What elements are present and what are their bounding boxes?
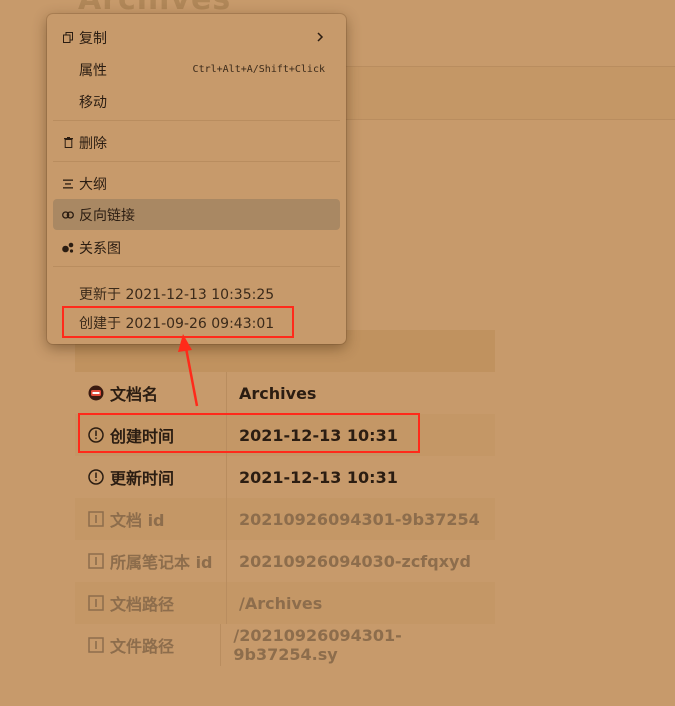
- header-band: [340, 66, 675, 120]
- menu-item-label: 大纲: [79, 176, 107, 193]
- outline-icon: [59, 179, 77, 189]
- title-icon: [88, 385, 104, 401]
- attr-key: 文件路径: [110, 637, 175, 656]
- attr-key: 所属笔记本 id: [110, 553, 213, 572]
- attr-row-title: 文档名 Archives: [75, 372, 495, 414]
- menu-separator: [53, 161, 340, 162]
- attr-key: 文档路径: [110, 595, 175, 614]
- menu-item-label: 复制: [79, 30, 107, 47]
- chevron-right-icon: [316, 30, 324, 46]
- clock-icon: [88, 469, 104, 485]
- attr-value[interactable]: 20210926094030-zcfqxyd: [227, 552, 471, 571]
- info-icon: [88, 637, 104, 653]
- attribute-table: 文档名 Archives 创建时间 2021-12-13 10:31 更新时间 …: [75, 330, 495, 666]
- menu-item-label: 属性: [79, 62, 107, 79]
- menu-separator: [53, 120, 340, 121]
- menu-item-label: 反向链接: [79, 207, 135, 224]
- attr-row-updated: 更新时间 2021-12-13 10:31: [75, 456, 495, 498]
- attr-value[interactable]: /20210926094301-9b37254.sy: [221, 626, 495, 664]
- graph-icon: [59, 242, 77, 253]
- attr-key: 文档名: [110, 385, 159, 404]
- menu-item-move[interactable]: 移动: [53, 86, 340, 117]
- updated-time-text: 更新于 2021-12-13 10:35:25: [79, 287, 275, 303]
- trash-icon: [59, 137, 77, 148]
- info-icon: [88, 511, 104, 527]
- menu-item-label: 删除: [79, 135, 107, 152]
- attr-key: 更新时间: [110, 469, 175, 488]
- attr-key: 文档 id: [110, 511, 165, 530]
- attr-row-file-path: 文件路径 /20210926094301-9b37254.sy: [75, 624, 495, 666]
- menu-item-outline[interactable]: 大纲: [53, 168, 340, 199]
- attr-value[interactable]: 2021-12-13 10:31: [227, 468, 398, 487]
- attr-row-doc-id: 文档 id 20210926094301-9b37254: [75, 498, 495, 540]
- shortcut-hint: Ctrl+Alt+A/Shift+Click: [192, 64, 325, 75]
- attr-row-doc-path: 文档路径 /Archives: [75, 582, 495, 624]
- attr-value[interactable]: 20210926094301-9b37254: [227, 510, 480, 529]
- menu-item-backlinks[interactable]: 反向链接: [53, 199, 340, 230]
- highlight-box-created-attr: [78, 413, 420, 453]
- menu-item-delete[interactable]: 删除: [53, 127, 340, 158]
- link-icon: [59, 210, 77, 219]
- menu-item-label: 关系图: [79, 240, 121, 257]
- attr-value[interactable]: /Archives: [227, 594, 322, 613]
- menu-item-properties[interactable]: 属性 Ctrl+Alt+A/Shift+Click: [53, 54, 340, 85]
- annotation-arrow-icon: [178, 334, 199, 407]
- info-icon: [88, 553, 104, 569]
- context-menu: 复制 属性 Ctrl+Alt+A/Shift+Click 移动 删除 大纲 反向…: [47, 14, 346, 344]
- info-icon: [88, 595, 104, 611]
- menu-item-graph[interactable]: 关系图: [53, 232, 340, 263]
- menu-item-label: 移动: [79, 94, 107, 111]
- copy-icon: [59, 32, 77, 43]
- attr-row-notebook-id: 所属笔记本 id 20210926094030-zcfqxyd: [75, 540, 495, 582]
- attr-value[interactable]: Archives: [227, 384, 316, 403]
- menu-item-copy[interactable]: 复制: [53, 22, 340, 53]
- menu-separator: [53, 266, 340, 267]
